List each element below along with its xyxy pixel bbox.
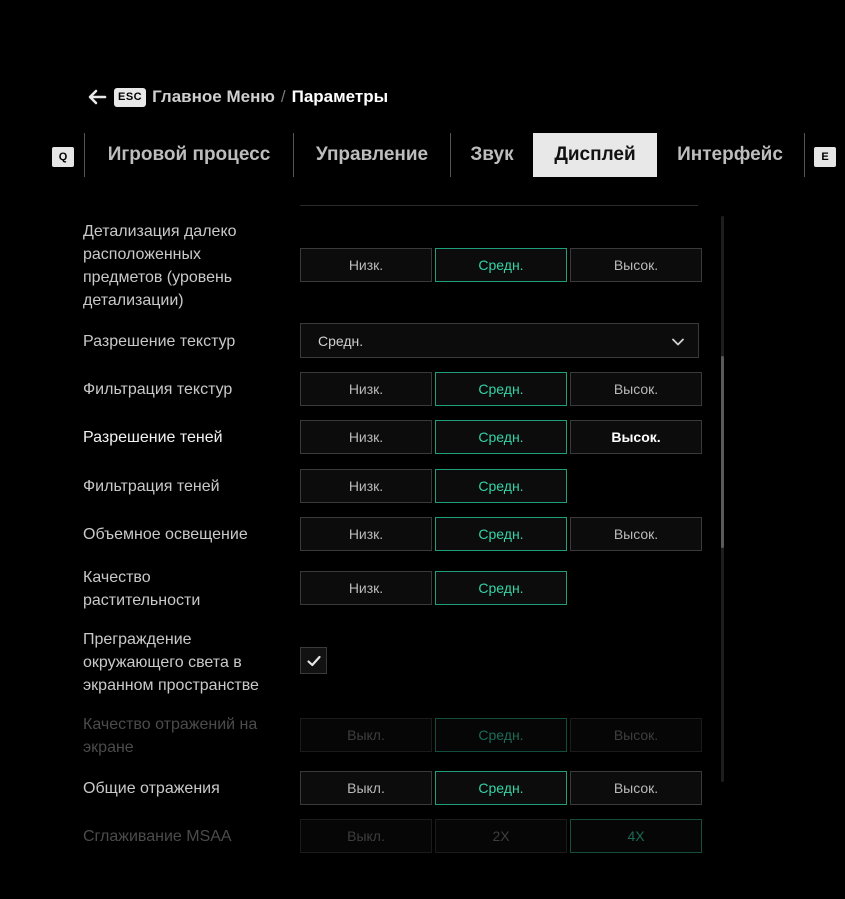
tab-display[interactable]: Дисплей <box>533 133 657 177</box>
setting-label-msaa: Сглаживание MSAA <box>83 828 232 845</box>
shadow-filtering-option-low[interactable]: Низк. <box>300 469 432 503</box>
setting-label-general-reflections: Общие отражения <box>83 780 220 797</box>
general-reflections-option-off[interactable]: Выкл. <box>300 771 432 805</box>
panel-divider <box>300 205 698 206</box>
settings-tab-bar: Q Игровой процесс Управление Звук Диспле… <box>0 133 845 177</box>
screen-reflections-option-off: Выкл. <box>300 718 432 752</box>
vegetation-quality-option-medium[interactable]: Средн. <box>435 571 567 605</box>
esc-key-hint[interactable]: ESC <box>114 87 147 107</box>
dropdown-value: Средн. <box>318 332 364 349</box>
setting-label-shadow-filtering: Фильтрация теней <box>83 478 220 495</box>
tab-gameplay[interactable]: Игровой процесс <box>85 133 293 177</box>
msaa-option-2x: 2X <box>435 819 567 853</box>
shadow-resolution-option-high[interactable]: Высок. <box>570 420 702 454</box>
lod-option-medium[interactable]: Средн. <box>435 248 567 282</box>
volumetric-lighting-option-high[interactable]: Высок. <box>570 517 702 551</box>
ssao-checkbox[interactable] <box>300 647 327 674</box>
setting-label-screen-reflections: Качество отражений на экране <box>83 716 258 756</box>
texture-filtering-option-high[interactable]: Высок. <box>570 372 702 406</box>
setting-label-lod: Детализация далеко расположенных предмет… <box>83 223 237 309</box>
setting-label-texture-filtering: Фильтрация текстур <box>83 381 233 398</box>
shadow-resolution-option-medium[interactable]: Средн. <box>435 420 567 454</box>
tab-divider <box>804 133 805 177</box>
lod-option-low[interactable]: Низк. <box>300 248 432 282</box>
setting-label-volumetric-lighting: Объемное освещение <box>83 526 248 543</box>
volumetric-lighting-option-low[interactable]: Низк. <box>300 517 432 551</box>
volumetric-lighting-option-medium[interactable]: Средн. <box>435 517 567 551</box>
texture-filtering-option-medium[interactable]: Средн. <box>435 372 567 406</box>
msaa-option-4x: 4X <box>570 819 702 853</box>
shadow-filtering-option-medium[interactable]: Средн. <box>435 469 567 503</box>
e-key-hint[interactable]: E <box>814 147 836 167</box>
breadcrumb: ESC Главное Меню / Параметры <box>86 86 388 108</box>
texture-resolution-dropdown[interactable]: Средн. <box>300 323 699 358</box>
q-key-hint[interactable]: Q <box>52 147 74 167</box>
general-reflections-option-medium[interactable]: Средн. <box>435 771 567 805</box>
screen-reflections-option-medium: Средн. <box>435 718 567 752</box>
breadcrumb-main-menu[interactable]: Главное Меню <box>152 87 275 107</box>
tab-controls[interactable]: Управление <box>294 133 450 177</box>
chevron-down-icon <box>672 338 684 346</box>
setting-label-ssao: Преграждение окружающего света в экранно… <box>83 631 259 694</box>
breadcrumb-current-page: Параметры <box>291 87 389 106</box>
breadcrumb-separator: / <box>280 87 286 106</box>
shadow-resolution-option-low[interactable]: Низк. <box>300 420 432 454</box>
setting-label-shadow-resolution: Разрешение теней <box>83 429 223 446</box>
back-arrow-icon[interactable] <box>86 86 108 108</box>
vegetation-quality-option-low[interactable]: Низк. <box>300 571 432 605</box>
setting-label-vegetation-quality: Качество растительности <box>83 569 201 609</box>
general-reflections-option-high[interactable]: Высок. <box>570 771 702 805</box>
texture-filtering-option-low[interactable]: Низк. <box>300 372 432 406</box>
setting-label-texture-resolution: Разрешение текстур <box>83 333 236 350</box>
lod-option-high[interactable]: Высок. <box>570 248 702 282</box>
screen-reflections-option-high: Высок. <box>570 718 702 752</box>
scrollbar-thumb[interactable] <box>721 356 724 548</box>
tab-interface[interactable]: Интерфейс <box>657 133 803 177</box>
tab-sound[interactable]: Звук <box>451 133 533 177</box>
msaa-option-off: Выкл. <box>300 819 432 853</box>
checkmark-icon <box>306 655 321 666</box>
